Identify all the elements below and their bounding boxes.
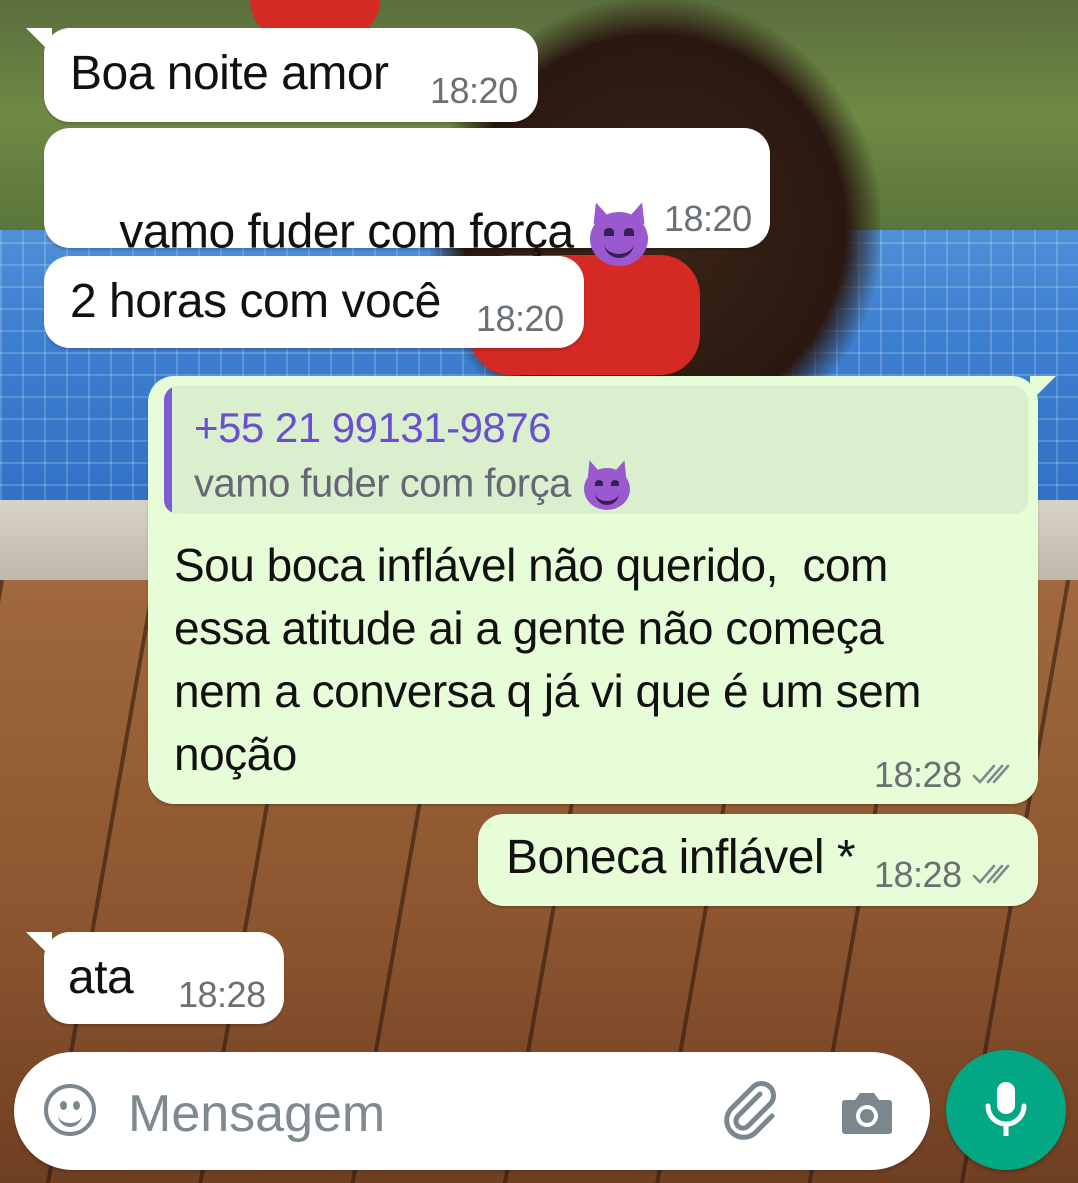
quote-accent-bar	[164, 386, 172, 514]
message-text: Boneca inflável *	[506, 831, 856, 884]
mic-icon	[985, 1082, 1027, 1136]
message-text: ata	[68, 951, 134, 1004]
message-text-content: vamo fuder com força	[119, 205, 574, 259]
message-bubble-outgoing[interactable]: +55 21 99131-9876 vamo fuder com força S…	[148, 376, 1056, 804]
smiling-face-with-horns-icon	[586, 199, 652, 268]
emoji-icon[interactable]	[44, 1084, 96, 1136]
message-line: nem a conversa q já vi que é um sem	[174, 665, 921, 717]
smiling-face-with-horns-icon	[581, 458, 633, 512]
camera-icon[interactable]	[839, 1084, 895, 1140]
quoted-text-content: vamo fuder com força	[194, 461, 571, 506]
message-bubble-incoming[interactable]: 2 horas com você 18:20	[44, 256, 584, 348]
message-bubble-outgoing[interactable]: Boneca inflável * 18:28	[478, 814, 1038, 906]
message-text: Boa noite amor	[70, 47, 389, 100]
message-input[interactable]: Mensagem	[128, 1084, 385, 1144]
message-line: Sou boca inflável não querido, com	[174, 539, 888, 591]
message-time: 18:28	[874, 754, 962, 795]
quoted-text: vamo fuder com força	[194, 458, 633, 512]
mic-button[interactable]	[946, 1050, 1066, 1170]
quoted-author: +55 21 99131-9876	[194, 404, 552, 451]
double-check-icon	[972, 864, 1010, 884]
attach-icon[interactable]	[720, 1080, 780, 1140]
double-check-icon	[972, 764, 1010, 784]
quoted-message[interactable]: +55 21 99131-9876 vamo fuder com força	[164, 386, 1028, 514]
message-time: 18:28	[874, 854, 962, 895]
message-text: Sou boca inflável não querido, com essa …	[174, 534, 1024, 786]
message-text: 2 horas com você	[70, 275, 441, 328]
message-composer[interactable]: Mensagem	[14, 1052, 930, 1170]
message-time: 18:28	[178, 974, 266, 1015]
message-time: 18:20	[664, 198, 752, 239]
message-bubble-incoming[interactable]: ata 18:28	[26, 932, 284, 1024]
message-time: 18:20	[430, 70, 518, 111]
message-bubble-incoming[interactable]: Boa noite amor 18:20	[26, 28, 538, 122]
message-bubble-incoming[interactable]: vamo fuder com força 18:20	[44, 128, 770, 266]
message-line: essa atitude ai a gente não começa	[174, 602, 884, 654]
message-time: 18:20	[476, 298, 564, 339]
